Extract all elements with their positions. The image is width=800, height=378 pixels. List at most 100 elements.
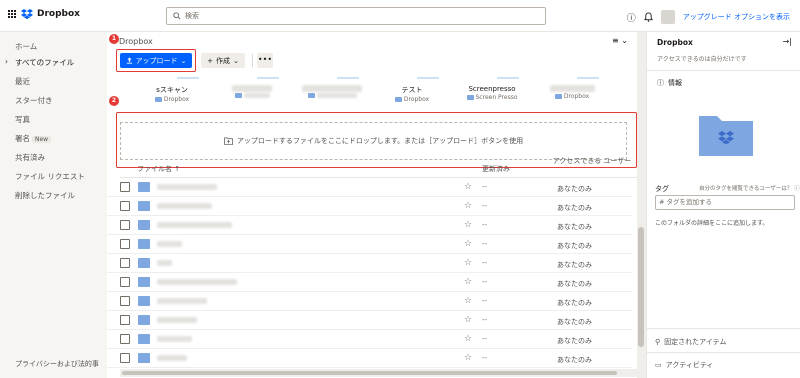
suggested-item-title: テスト — [401, 86, 423, 94]
dropbox-logo[interactable]: Dropbox — [8, 9, 80, 19]
scroll-thumb[interactable] — [638, 227, 644, 347]
star-icon[interactable]: ☆ — [464, 315, 472, 325]
upload-dropzone[interactable]: アップロードするファイルをここにドロップします。または［アップロード］ボタンを使… — [120, 122, 627, 160]
row-checkbox[interactable] — [120, 201, 130, 211]
help-icon[interactable]: ⓘ — [627, 11, 636, 24]
toolbar-divider — [252, 54, 253, 67]
sidebar-item-label: 削除したファイル — [15, 191, 75, 200]
sidebar-item-signatures[interactable]: 署名 New — [15, 133, 52, 144]
collapse-pane-icon[interactable]: →| — [783, 37, 792, 46]
row-checkbox[interactable] — [120, 258, 130, 268]
access-value: あなたのみ — [557, 185, 592, 193]
more-button[interactable]: ••• — [257, 53, 273, 68]
folder-icon — [394, 97, 402, 102]
suggested-item[interactable]: テスト Dropbox — [377, 77, 447, 103]
tag-hint-link[interactable]: 自分のタグを閲覧できるユーザーは？ ⓘ — [699, 184, 800, 192]
sidebar-item-shared[interactable]: 共有済み — [15, 152, 45, 163]
star-icon[interactable]: ☆ — [464, 277, 472, 287]
search-input[interactable]: 検索 — [166, 7, 546, 25]
privacy-link[interactable]: プライバシーおよび法的事 — [15, 359, 99, 369]
table-row[interactable]: ☆ -- あなたのみ — [107, 273, 632, 292]
scroll-thumb[interactable] — [122, 371, 617, 375]
table-row[interactable]: ☆ -- あなたのみ — [107, 178, 632, 197]
star-icon[interactable]: ☆ — [464, 296, 472, 306]
file-name[interactable] — [157, 336, 192, 342]
file-name[interactable] — [157, 298, 207, 304]
upload-label: アップロード — [135, 56, 178, 65]
pin-icon: ⚲ — [655, 338, 661, 346]
suggested-item[interactable] — [217, 77, 287, 98]
sidebar-item-recent[interactable]: 最近 — [15, 76, 30, 87]
create-button[interactable]: + 作成 ⌄ — [201, 53, 245, 68]
star-icon[interactable]: ☆ — [464, 239, 472, 249]
avatar[interactable] — [660, 10, 675, 24]
file-name[interactable] — [157, 203, 212, 209]
row-checkbox[interactable] — [120, 239, 130, 249]
sidebar-item-deleted[interactable]: 削除したファイル — [15, 190, 75, 201]
column-name[interactable]: ファイル名 ↑ — [137, 164, 180, 174]
table-row[interactable]: ☆ -- あなたのみ — [107, 216, 632, 235]
suggested-item[interactable]: sスキャン Dropbox — [137, 77, 207, 103]
row-checkbox[interactable] — [120, 220, 130, 230]
horizontal-scrollbar[interactable] — [120, 369, 637, 377]
folder-upload-icon — [223, 137, 233, 145]
folder-description-prompt[interactable]: このフォルダの詳細をここに追加します。 — [655, 218, 768, 227]
star-icon[interactable]: ☆ — [464, 201, 472, 211]
row-checkbox[interactable] — [120, 334, 130, 344]
table-row[interactable]: ☆ -- あなたのみ — [107, 292, 632, 311]
sidebar-item-photos[interactable]: 写真 — [15, 114, 30, 125]
sidebar-item-file-requests[interactable]: ファイル リクエスト — [15, 171, 85, 182]
row-checkbox[interactable] — [120, 277, 130, 287]
row-checkbox[interactable] — [120, 315, 130, 325]
bell-icon[interactable] — [643, 12, 653, 22]
table-row[interactable]: ☆ -- あなたのみ — [107, 254, 632, 273]
info-section[interactable]: ⓘ 情報 — [657, 78, 682, 88]
star-icon[interactable]: ☆ — [464, 353, 472, 363]
file-name[interactable] — [157, 317, 197, 323]
table-row[interactable]: ☆ -- あなたのみ — [107, 197, 632, 216]
column-access[interactable]: アクセスできる ユーザー — [552, 157, 632, 165]
plus-icon: + — [207, 56, 213, 65]
column-modified[interactable]: 更新済み — [482, 164, 510, 174]
file-name[interactable] — [157, 241, 182, 247]
file-name[interactable] — [157, 222, 232, 228]
tag-input[interactable]: # タグを追加する — [655, 195, 795, 210]
details-access-text: アクセスできるのは自分だけです — [657, 56, 747, 63]
info-icon: ⓘ — [657, 79, 664, 87]
table-row[interactable]: ☆ -- あなたのみ — [107, 235, 632, 254]
vertical-scrollbar[interactable] — [637, 32, 646, 378]
sidebar-item-home[interactable]: ホーム — [15, 41, 37, 52]
star-icon[interactable]: ☆ — [464, 258, 472, 268]
sidebar-item-label: すべてのファイル — [15, 58, 75, 67]
row-checkbox[interactable] — [120, 182, 130, 192]
folder-icon — [138, 315, 150, 325]
create-label: 作成 — [216, 56, 230, 65]
app-grid-icon[interactable] — [8, 9, 17, 19]
star-icon[interactable]: ☆ — [464, 220, 472, 230]
suggested-item[interactable] — [297, 77, 367, 98]
row-checkbox[interactable] — [120, 353, 130, 363]
star-icon[interactable]: ☆ — [464, 182, 472, 192]
suggested-item[interactable]: Screenpresso Screen Presso — [457, 77, 527, 101]
breadcrumb[interactable]: Dropbox — [119, 37, 153, 46]
file-name[interactable] — [157, 355, 187, 361]
file-name[interactable] — [157, 260, 172, 266]
table-row[interactable]: ☆ -- あなたのみ — [107, 330, 632, 349]
pinned-items[interactable]: ⚲ 固定されたアイテム — [655, 337, 726, 347]
upgrade-link[interactable]: アップグレード オプションを表示 — [683, 12, 790, 22]
sidebar-item-label: ファイル リクエスト — [15, 172, 85, 181]
row-checkbox[interactable] — [120, 296, 130, 306]
table-row[interactable]: ☆ -- あなたのみ — [107, 311, 632, 330]
sidebar-item-starred[interactable]: スター付き — [15, 95, 53, 106]
file-name[interactable] — [157, 279, 237, 285]
table-row[interactable]: ☆ -- あなたのみ — [107, 349, 632, 368]
star-icon[interactable]: ☆ — [464, 334, 472, 344]
suggested-item[interactable]: Dropbox — [537, 77, 607, 100]
modified-value: -- — [482, 259, 488, 267]
activity[interactable]: ▭ アクティビティ — [655, 360, 713, 370]
file-name[interactable] — [157, 184, 217, 190]
tag-hint-text: 自分のタグを閲覧できるユーザーは？ — [699, 186, 793, 192]
sidebar-item-all-files[interactable]: すべてのファイル — [5, 57, 75, 68]
view-toggle-icon[interactable]: ≡ ⌄ — [612, 36, 628, 45]
upload-button[interactable]: アップロード ⌄ — [120, 53, 192, 68]
